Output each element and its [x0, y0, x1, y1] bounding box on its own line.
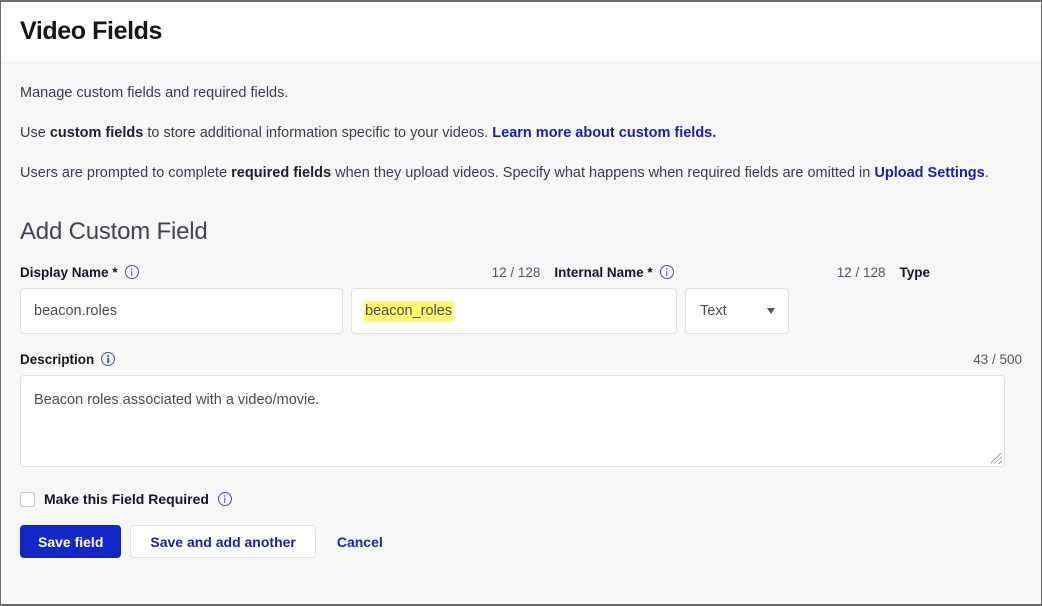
chevron-down-icon: [767, 308, 775, 315]
display-name-label: Display Name *: [20, 264, 118, 280]
intro-line-3-bold: required fields: [231, 165, 332, 182]
page-header: Video Fields: [1, 2, 1041, 61]
form-actions: Save field Save and add another Cancel: [20, 525, 1022, 559]
internal-name-label-group: Internal Name *: [554, 264, 674, 280]
learn-more-custom-fields-link[interactable]: Learn more about custom fields.: [492, 125, 716, 141]
description-info-icon[interactable]: [101, 352, 116, 367]
save-field-button[interactable]: Save field: [20, 525, 122, 559]
save-and-add-another-button[interactable]: Save and add another: [130, 525, 316, 559]
type-select-value: Text: [700, 303, 727, 320]
display-name-input[interactable]: beacon.roles: [20, 288, 343, 335]
intro-line-3-post: .: [984, 165, 989, 182]
page-body: Manage custom fields and required fields…: [1, 61, 1041, 559]
internal-name-info-icon[interactable]: [659, 265, 674, 280]
make-required-info-icon[interactable]: [217, 492, 232, 507]
description-label-row: Description 43 / 500: [20, 351, 1022, 367]
intro-line-3: Users are prompted to complete required …: [20, 163, 1010, 184]
display-name-label-group: Display Name *: [20, 265, 139, 280]
type-select[interactable]: Text: [685, 288, 789, 335]
intro-line-3-mid: when they upload videos. Specify what ha…: [331, 165, 875, 182]
form-label-row: Display Name * 12 / 128 Internal Name * …: [20, 264, 1022, 280]
display-name-value: beacon.roles: [34, 303, 118, 320]
description-value: Beacon roles associated with a video/mov…: [34, 392, 320, 409]
description-label: Description: [20, 351, 95, 367]
video-fields-page: Video Fields Manage custom fields and re…: [0, 0, 1042, 606]
intro-line-3-pre: Users are prompted to complete: [20, 165, 232, 182]
intro-line-2-mid: to store additional information specific…: [143, 125, 493, 142]
resize-grip-icon[interactable]: [991, 453, 1002, 465]
description-counter: 43 / 500: [973, 351, 1022, 367]
intro-line-1: Manage custom fields and required fields…: [20, 83, 1010, 104]
description-textarea[interactable]: Beacon roles associated with a video/mov…: [20, 375, 1005, 468]
page-title: Video Fields: [20, 16, 163, 45]
internal-name-counter: 12 / 128: [836, 264, 886, 280]
make-required-checkbox[interactable]: [20, 491, 35, 507]
cancel-button[interactable]: Cancel: [325, 525, 395, 558]
intro-line-2-bold: custom fields: [49, 125, 144, 142]
internal-name-label: Internal Name *: [554, 264, 653, 280]
intro-line-1-text: Manage custom fields and required fields…: [20, 85, 289, 101]
type-label: Type: [899, 264, 930, 280]
form-input-row: beacon.roles beacon_roles Text: [20, 288, 1022, 335]
description-label-group: Description: [20, 351, 116, 367]
upload-settings-link[interactable]: Upload Settings: [874, 165, 984, 181]
internal-name-input[interactable]: beacon_roles: [351, 288, 677, 335]
internal-name-value: beacon_roles: [364, 301, 454, 323]
section-title: Add Custom Field: [20, 218, 208, 246]
required-checkbox-row: Make this Field Required: [20, 491, 1022, 507]
intro-line-2: Use custom fields to store additional in…: [20, 123, 1010, 144]
display-name-counter: 12 / 128: [491, 264, 541, 280]
intro-line-2-pre: Use: [20, 125, 50, 142]
display-name-info-icon[interactable]: [124, 265, 139, 280]
make-required-label[interactable]: Make this Field Required: [44, 491, 209, 507]
